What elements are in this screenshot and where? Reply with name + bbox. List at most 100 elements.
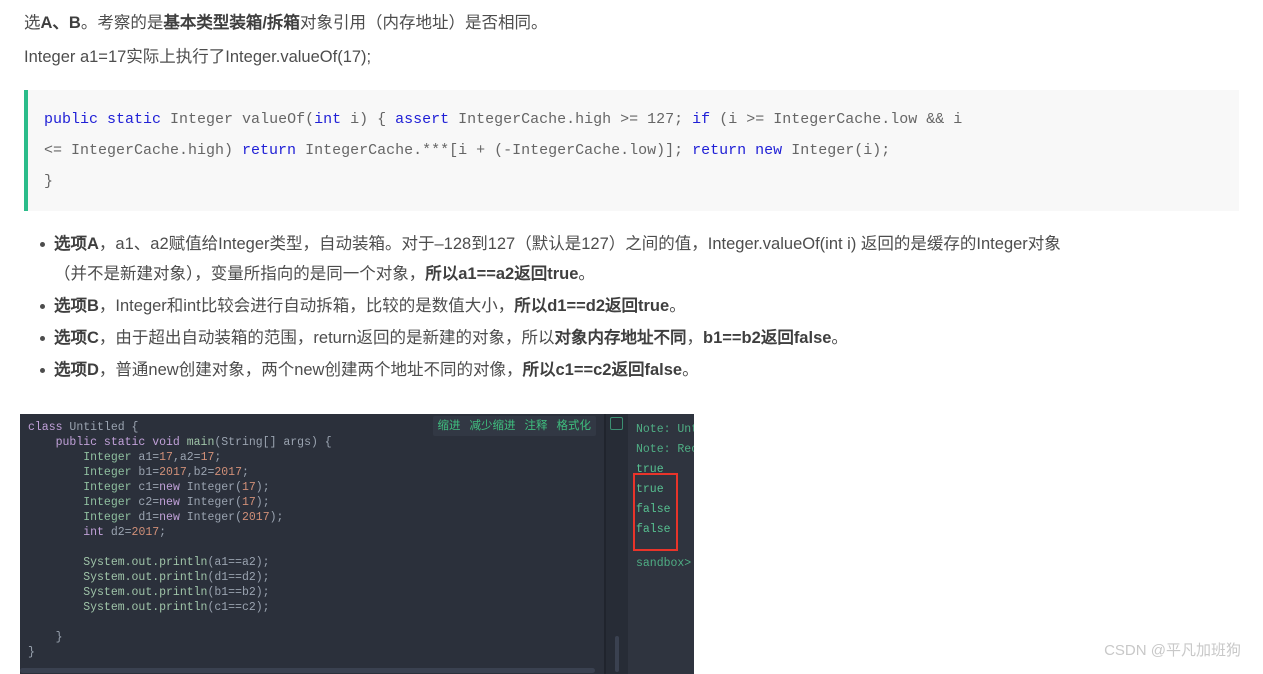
code-text-2: i) { xyxy=(341,111,396,128)
code-kw-return-2: return xyxy=(692,142,747,159)
code-kw-int: int xyxy=(314,111,342,128)
options-explanation-list: 选项A，a1、a2赋值给Integer类型，自动装箱。对于–128到127（默认… xyxy=(0,229,1263,385)
option-a-label: 选项A xyxy=(54,235,99,253)
code-line-2: <= IntegerCache.high) return IntegerCach… xyxy=(44,135,1239,166)
ide-code-editor[interactable]: 缩进 减少缩进 注释 格式化 class Untitled { public s… xyxy=(20,414,604,674)
option-d-label: 选项D xyxy=(54,361,99,379)
outdent-button[interactable]: 减少缩进 xyxy=(470,418,516,434)
option-a-text: ，a1、a2赋值给Integer类型，自动装箱。对于–128到127（默认是12… xyxy=(98,235,1061,253)
code-kw-static: static xyxy=(107,111,162,128)
editor-token xyxy=(28,466,83,479)
editor-token: Integer xyxy=(83,451,132,464)
option-b-post: 。 xyxy=(669,297,686,315)
editor-horizontal-scrollbar[interactable] xyxy=(20,667,604,674)
option-a-line2-post: 。 xyxy=(578,265,595,283)
editor-token xyxy=(28,481,83,494)
editor-token: Integer xyxy=(83,466,132,479)
editor-toolbar: 缩进 减少缩进 注释 格式化 xyxy=(432,416,596,436)
editor-token: (c1==c2); xyxy=(207,601,270,614)
editor-token: 2017 xyxy=(159,466,187,479)
editor-line-9 xyxy=(28,540,604,555)
option-a-line2-pre: （并不是新建对象），变量所指向的是同一个对象， xyxy=(54,265,426,283)
option-a-conclusion: 所以a1==a2返回true xyxy=(425,265,579,283)
editor-line-6: Integer c2=new Integer(17); xyxy=(28,495,604,510)
paragraph-answer-options: A、B xyxy=(40,14,81,32)
scrollbar-thumb[interactable] xyxy=(20,668,595,673)
code-kw-new: new xyxy=(755,142,783,159)
editor-line-5: Integer c1=new Integer(17); xyxy=(28,480,604,495)
comment-button[interactable]: 注释 xyxy=(525,418,548,434)
option-a-line2: （并不是新建对象），变量所指向的是同一个对象，所以a1==a2返回true。 xyxy=(54,259,1263,289)
list-item-option-c: 选项C，由于超出自动装箱的范围，return返回的是新建的对象，所以对象内存地址… xyxy=(40,323,1263,353)
editor-token: System.out.println xyxy=(83,556,208,569)
editor-token: Integer( xyxy=(179,481,242,494)
editor-line-13: System.out.println(c1==c2); xyxy=(28,600,604,615)
paragraph-answer-topic: 基本类型装箱/拆箱 xyxy=(163,14,300,32)
editor-line-2: public static void main(String[] args) { xyxy=(28,435,604,450)
editor-token: main xyxy=(186,436,215,449)
code-text-1: Integer valueOf( xyxy=(161,111,315,128)
editor-token: c1= xyxy=(131,481,160,494)
code-kw-public: public xyxy=(44,111,99,128)
option-c-conclusion: b1==b2返回false xyxy=(703,329,832,347)
option-c-label: 选项C xyxy=(54,329,99,347)
editor-token: 2017 xyxy=(241,511,270,524)
option-b-label: 选项B xyxy=(54,297,99,315)
option-c-post: 。 xyxy=(831,329,848,347)
editor-token xyxy=(28,436,56,449)
editor-token xyxy=(28,586,83,599)
editor-token: } xyxy=(28,646,35,659)
editor-line-4: Integer b1=2017,b2=2017; xyxy=(28,465,604,480)
editor-token: d1= xyxy=(131,511,160,524)
code-text-4: (i >= IntegerCache.low && i xyxy=(710,111,963,128)
editor-token: Integer xyxy=(83,481,132,494)
editor-source-lines: class Untitled { public static void main… xyxy=(20,414,604,660)
console-line-1: Note: Unti xyxy=(636,423,694,436)
option-c-text: ，由于超出自动装箱的范围，return返回的是新建的对象，所以 xyxy=(98,329,555,347)
console-gutter xyxy=(606,414,628,674)
code-text-3: IntegerCache.high >= 127; xyxy=(449,111,693,128)
editor-token: (String[] args) { xyxy=(214,436,332,449)
list-item-option-d: 选项D，普通new创建对象，两个new创建两个地址不同的对像，所以c1==c2返… xyxy=(40,355,1263,385)
code-line-3: } xyxy=(44,173,54,190)
editor-token: } xyxy=(28,631,63,644)
option-d-conclusion: 所以c1==c2返回false xyxy=(522,361,683,379)
editor-token: 17 xyxy=(241,481,256,494)
editor-line-14 xyxy=(28,615,604,630)
editor-token: 2017 xyxy=(131,526,160,539)
editor-token: 17 xyxy=(159,451,173,464)
java-code-block: public static Integer valueOf(int i) { a… xyxy=(24,90,1239,211)
editor-token: new xyxy=(159,481,180,494)
editor-token: (b1==b2); xyxy=(207,586,270,599)
code-line-1: public static Integer valueOf(int i) { a… xyxy=(44,104,1239,135)
editor-token: ); xyxy=(255,496,270,509)
list-item-option-b: 选项B，Integer和int比较会进行自动拆箱，比较的是数值大小，所以d1==… xyxy=(40,291,1263,321)
code-sp-2 xyxy=(746,142,755,159)
code-kw-return-1: return xyxy=(242,142,297,159)
gutter-scroll-indicator[interactable] xyxy=(615,636,619,672)
csdn-watermark: CSDN @平凡加班狗 xyxy=(1104,642,1241,659)
editor-token: System.out.println xyxy=(83,571,208,584)
editor-token: new xyxy=(159,496,180,509)
editor-token: public static void xyxy=(55,436,180,449)
terminal-icon xyxy=(610,417,623,430)
editor-token: a1= xyxy=(131,451,160,464)
article-body: 选A、B。考察的是基本类型装箱/拆箱对象引用（内存地址）是否相同。 Intege… xyxy=(0,0,1263,387)
editor-token xyxy=(28,571,83,584)
option-c-emphasis: 对象内存地址不同 xyxy=(554,329,687,347)
editor-token: Untitled { xyxy=(62,421,139,434)
console-line-5: false xyxy=(636,503,671,516)
editor-token xyxy=(28,451,83,464)
format-button[interactable]: 格式化 xyxy=(557,418,592,434)
option-b-text: ，Integer和int比较会进行自动拆箱，比较的是数值大小， xyxy=(98,297,515,315)
editor-line-16: } xyxy=(28,645,604,660)
editor-token: (a1==a2); xyxy=(207,556,270,569)
indent-button[interactable]: 缩进 xyxy=(438,418,461,434)
option-d-text: ，普通new创建对象，两个new创建两个地址不同的对像， xyxy=(98,361,523,379)
code-sp-1 xyxy=(98,111,107,128)
editor-token: int xyxy=(83,526,104,539)
editor-token: ); xyxy=(255,481,270,494)
editor-token: ,a2= xyxy=(172,451,201,464)
editor-token: class xyxy=(28,421,63,434)
console-prompt[interactable]: sandbox> e xyxy=(636,554,694,574)
